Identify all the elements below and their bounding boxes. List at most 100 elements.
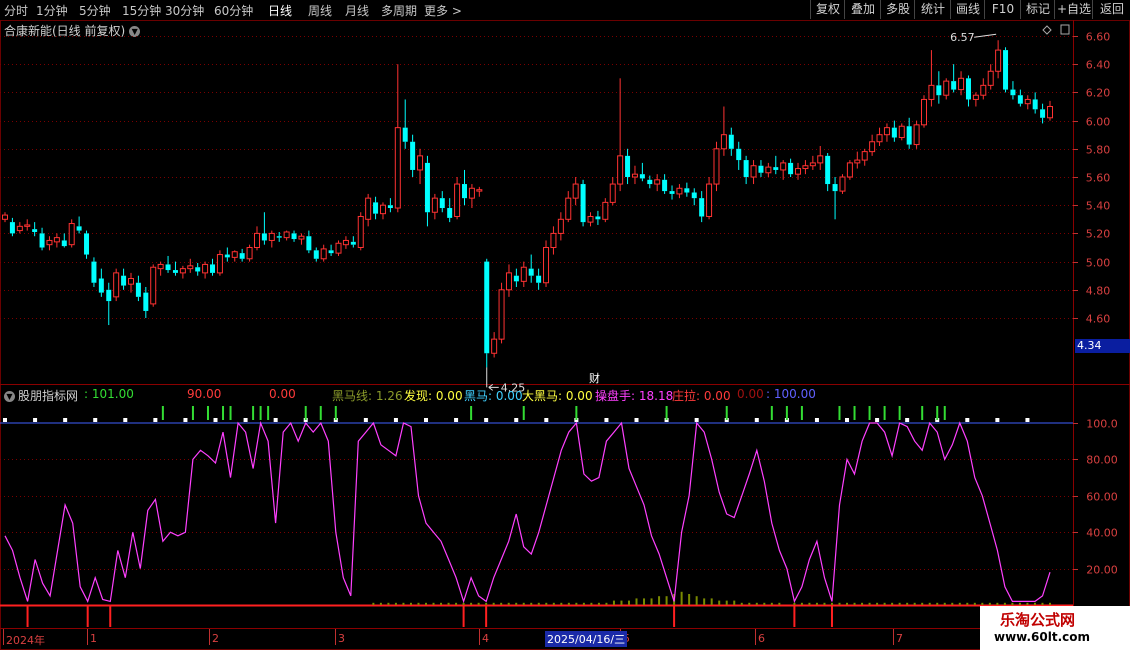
signal-bar <box>725 406 728 420</box>
price-tick-label: 6.60 <box>1086 31 1111 44</box>
date-label-1: 1 <box>90 632 97 645</box>
volume-bar <box>477 602 480 605</box>
candle <box>520 261 527 287</box>
candle <box>498 282 505 344</box>
signal-bar <box>868 406 871 420</box>
candle <box>291 230 297 242</box>
candle-body <box>224 254 230 258</box>
candle-body <box>216 254 223 274</box>
candle <box>654 174 661 192</box>
candle-body <box>780 162 787 171</box>
candle-body <box>32 229 38 232</box>
candle-body <box>335 242 342 254</box>
volume-bar <box>1033 602 1036 605</box>
signal-bar <box>161 406 164 420</box>
candle-body <box>231 251 238 258</box>
candle-body <box>61 240 67 247</box>
candle <box>565 191 572 223</box>
candle <box>832 177 838 220</box>
candle <box>876 127 883 146</box>
window-icon <box>1060 24 1070 35</box>
volume-bar <box>470 602 473 605</box>
candle-body <box>743 160 749 177</box>
candle-body <box>306 236 312 251</box>
price-tick-label: 5.40 <box>1086 200 1111 213</box>
volume-bar <box>846 602 849 605</box>
osc-tick-label: 40.00 <box>1086 527 1118 540</box>
candle-body <box>187 265 194 270</box>
marker-square <box>393 418 398 422</box>
candle <box>1040 103 1046 124</box>
indicator-value-7: 操盘手: 18.18 <box>595 389 674 403</box>
candle <box>202 261 209 279</box>
candle-body <box>16 225 23 232</box>
candle <box>246 244 253 262</box>
volume-bar <box>432 602 435 605</box>
candle <box>320 244 327 262</box>
candle <box>342 236 349 249</box>
high-annotation: 6.57 <box>950 31 975 44</box>
price-tick-label: 6.20 <box>1086 87 1111 100</box>
marker-square <box>604 418 609 422</box>
candle-body <box>106 289 112 302</box>
candle <box>46 236 53 251</box>
volume-bar <box>650 598 653 605</box>
candle <box>572 177 579 206</box>
red-spikes <box>26 605 1036 627</box>
indicator-name[interactable]: ▼ 股朋指标网 <box>4 387 78 404</box>
candle-body <box>906 126 912 145</box>
candle <box>402 99 408 149</box>
finance-marker[interactable]: 财 <box>589 370 600 386</box>
candle-body <box>439 198 445 209</box>
volume-bar <box>394 602 397 605</box>
volume-bar <box>800 602 803 605</box>
price-tick-label: 5.60 <box>1086 172 1111 185</box>
candle-body <box>943 80 950 96</box>
candle-body <box>720 134 727 150</box>
candle-body <box>802 165 809 170</box>
signal-bar <box>943 406 946 420</box>
chevron-down-icon[interactable]: ▼ <box>4 391 15 402</box>
candle <box>121 268 127 290</box>
candle <box>210 258 216 276</box>
candle-body <box>468 187 475 199</box>
cursor-price-label: 4.34 <box>1075 339 1130 353</box>
candle <box>758 160 764 177</box>
candle-body <box>839 176 846 192</box>
marker-square <box>213 418 218 422</box>
watermark-line1: 乐淘公式网 <box>1000 611 1076 629</box>
candle <box>958 71 965 96</box>
candle-body <box>572 183 579 199</box>
volume-bar <box>1041 602 1044 605</box>
signal-bar <box>785 406 788 420</box>
candle <box>454 177 461 220</box>
signal-bar <box>229 406 232 420</box>
volume-bar <box>605 602 608 605</box>
signal-bar <box>319 406 322 420</box>
volume-bar <box>688 594 691 605</box>
marker-square <box>875 418 880 422</box>
candle <box>239 248 245 262</box>
candle-body <box>1003 50 1009 90</box>
candle-body <box>773 167 779 170</box>
signal-bar <box>222 406 225 420</box>
candle-body <box>928 84 935 100</box>
candle <box>662 174 668 194</box>
candle-body <box>557 218 564 234</box>
candle <box>468 184 475 209</box>
candle <box>32 222 38 237</box>
low-spike <box>462 605 465 627</box>
candle <box>750 160 757 185</box>
volume-bar <box>455 602 458 605</box>
volume-bar <box>966 602 969 605</box>
candle <box>972 92 979 107</box>
candle <box>143 286 149 318</box>
candle <box>928 50 935 107</box>
candle-body <box>995 49 1002 72</box>
candle <box>743 155 749 185</box>
candle-body <box>898 125 905 139</box>
marker-square <box>183 418 188 422</box>
candle <box>580 179 586 227</box>
candle <box>699 191 705 223</box>
candle-body <box>654 179 661 185</box>
